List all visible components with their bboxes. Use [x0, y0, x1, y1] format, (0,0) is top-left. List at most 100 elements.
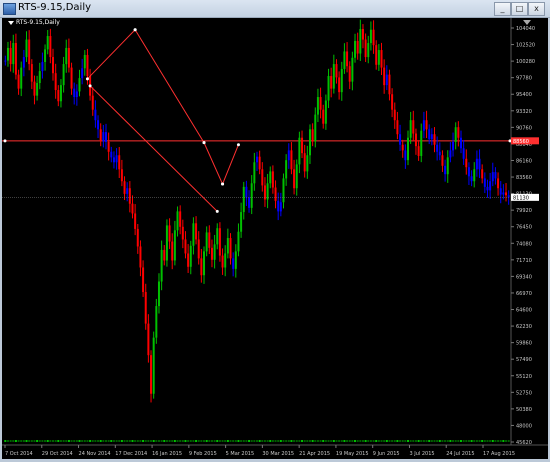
candle-body [298, 137, 301, 165]
bottom-indicator-bar [330, 440, 333, 442]
candle-body [142, 267, 145, 293]
trend-line [203, 142, 224, 185]
bottom-indicator-bar [404, 440, 407, 442]
bottom-indicator-bar [89, 440, 92, 442]
bottom-indicator-bar [131, 440, 134, 442]
bottom-indicator-bar [507, 440, 510, 442]
chart-shift-arrow-icon[interactable] [523, 20, 531, 25]
bottom-indicator-bar [367, 440, 370, 442]
minimize-button[interactable]: _ [494, 2, 511, 16]
bottom-indicator-bar [343, 440, 346, 442]
bottom-indicator-bar [279, 440, 282, 442]
candle-body [282, 178, 285, 203]
bottom-indicator-bar [99, 440, 102, 442]
bottom-indicator-bar [274, 440, 277, 442]
trend-line-anchor [221, 182, 225, 186]
candle-body [65, 47, 68, 65]
bottom-indicator-bar [65, 440, 68, 442]
bottom-indicator-bar [340, 440, 343, 442]
chart-window-titlebar[interactable]: RTS-9.15,Daily _ □ x [0, 0, 550, 18]
candle-body [380, 50, 383, 68]
candle-body [499, 188, 502, 195]
bottom-indicator-bar [348, 440, 351, 442]
candle-body [354, 40, 357, 58]
bottom-indicator-bar [377, 440, 380, 442]
candle-body [454, 127, 457, 142]
candle-body [97, 120, 100, 130]
bottom-indicator-bar [6, 440, 9, 442]
candle-body [396, 120, 399, 135]
candle-body [86, 54, 89, 77]
bottom-indicator-bar [407, 440, 410, 442]
maximize-button[interactable]: □ [511, 2, 528, 16]
bottom-indicator-bar [361, 440, 364, 442]
bottom-indicator-bar [36, 440, 39, 442]
bottom-indicator-bar [52, 440, 55, 442]
candle-body [335, 64, 338, 78]
candle-body [261, 169, 264, 186]
bottom-indicator-bar [70, 440, 73, 442]
bottom-indicator-bar [4, 440, 7, 442]
time-axis-label: 24 Jul 2015 [446, 451, 474, 457]
price-axis-label: 102520 [516, 43, 535, 49]
candle-body [489, 181, 492, 191]
bottom-indicator-bar [417, 440, 420, 442]
candle-body [393, 109, 396, 121]
price-axis-label: 59860 [516, 341, 532, 347]
price-axis-label: 69340 [516, 274, 532, 280]
candle-body [213, 244, 216, 260]
chart-window-title: RTS-9.15,Daily [18, 2, 92, 13]
trend-line-anchor [236, 143, 240, 147]
trend-line-anchor [85, 77, 89, 81]
bottom-indicator-bar [372, 440, 375, 442]
candle-body [348, 66, 351, 82]
price-axis-label: 97780 [516, 76, 532, 82]
bottom-indicator-bar [399, 440, 402, 442]
candle-body [473, 169, 476, 182]
candle-body [120, 169, 123, 182]
candle-body [433, 134, 436, 145]
bottom-indicator-bar [425, 440, 428, 442]
candle-body [452, 141, 455, 151]
candle-body [274, 187, 277, 201]
candle-body [404, 150, 407, 161]
candle-body [171, 241, 174, 261]
bottom-indicator-bar [38, 440, 41, 442]
candle-body [192, 223, 195, 246]
bottom-indicator-bar [81, 440, 84, 442]
price-axis-label: 45620 [516, 440, 532, 446]
candle-body [221, 255, 224, 268]
candlestick-chart-svg[interactable]: 104040 102520 100280 97780 95400 93320 90760 88… [2, 18, 548, 459]
candle-body [417, 146, 420, 156]
trend-line [134, 29, 205, 143]
candle-body [502, 192, 505, 195]
candle-body [224, 253, 227, 268]
price-chart[interactable]: 104040 102520 100280 97780 95400 93320 90760 88… [2, 18, 548, 459]
candle-body [187, 253, 190, 267]
candle-body [46, 36, 49, 50]
time-axis-label: 7 Oct 2014 [5, 451, 33, 457]
bottom-indicator-bar [465, 440, 468, 442]
bottom-indicator-bar [147, 440, 150, 442]
close-button[interactable]: x [528, 2, 545, 16]
price-axis-label: 104040 [516, 26, 535, 32]
bottom-indicator-bar [369, 440, 372, 442]
bottom-indicator-bar [258, 440, 261, 442]
candle-body [271, 171, 274, 188]
candle-body [181, 226, 184, 240]
bottom-indicator-bar [467, 440, 470, 442]
time-axis-label: 24 Nov 2014 [79, 451, 111, 457]
candle-body [308, 129, 311, 156]
candle-body [483, 178, 486, 187]
candle-body [414, 133, 417, 147]
candle-body [232, 258, 235, 269]
bottom-indicator-bar [290, 440, 293, 442]
candle-body [295, 164, 298, 189]
bottom-indicator-bar [22, 440, 25, 442]
candle-body [210, 247, 213, 260]
bottom-indicator-bar [118, 440, 121, 442]
bottom-indicator-bar [120, 440, 123, 442]
candle-body [293, 169, 296, 189]
bottom-indicator-bar [412, 440, 415, 442]
bottom-indicator-bar [49, 440, 52, 442]
